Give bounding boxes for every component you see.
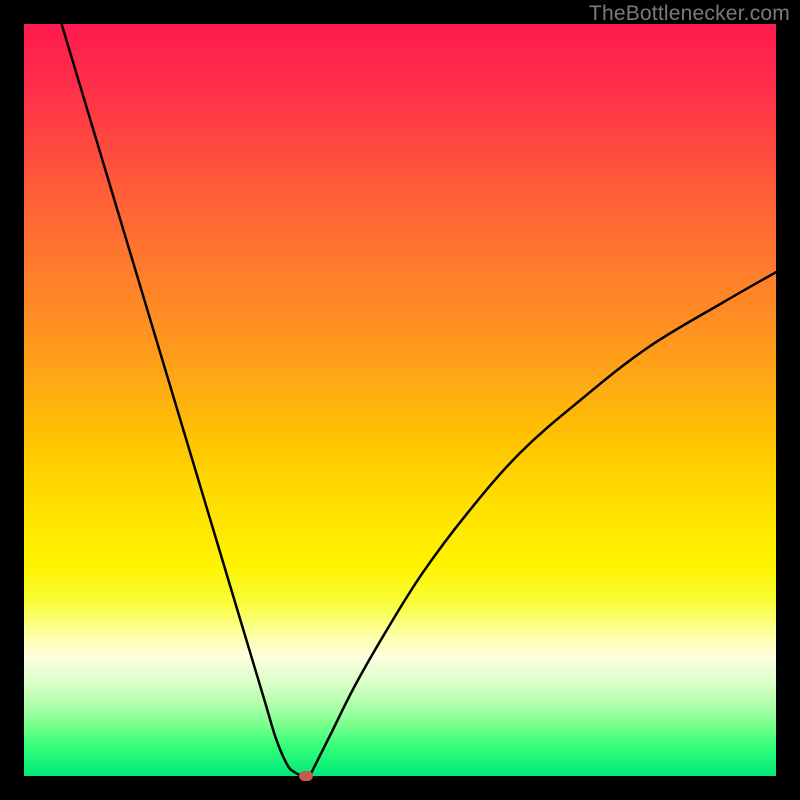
chart-plot-area — [24, 24, 776, 776]
watermark-text: TheBottlenecker.com — [589, 2, 790, 26]
bottleneck-curve — [24, 24, 776, 776]
optimum-marker — [299, 771, 313, 781]
